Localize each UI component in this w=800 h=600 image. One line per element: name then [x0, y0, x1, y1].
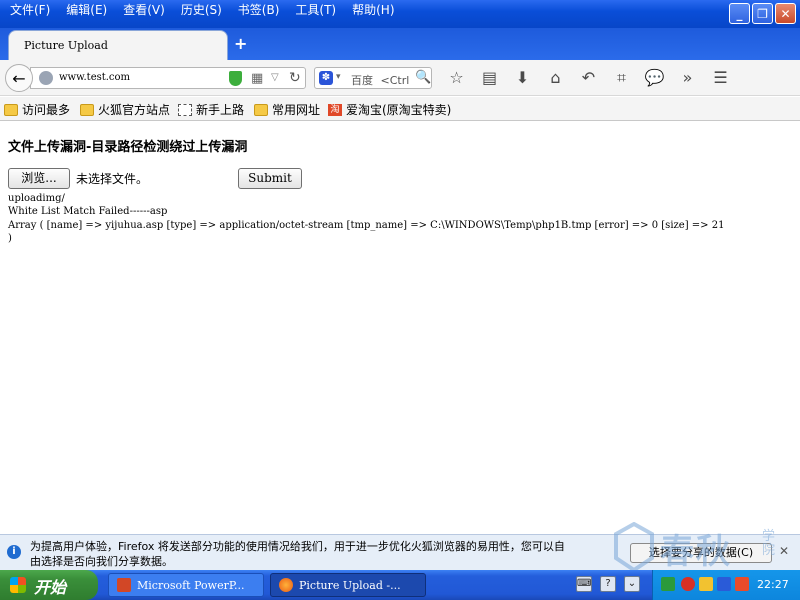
browse-button[interactable]: 浏览... [8, 168, 70, 189]
menu-history[interactable]: 历史(S) [173, 2, 230, 18]
search-icon[interactable]: 🔍 [415, 70, 431, 85]
taskbar-item-powerpoint[interactable]: Microsoft PowerP... [108, 573, 264, 597]
watermark-shield-icon [614, 521, 654, 573]
dropdown-icon[interactable]: ▽ [271, 72, 279, 83]
taobao-icon: 淘 [328, 103, 342, 116]
notification-message-line2: 由选择是否向我们分享数据。 [30, 555, 173, 568]
qr-code-icon[interactable]: ▦ [251, 71, 263, 86]
folder-icon [254, 103, 268, 116]
shield-tray-icon[interactable] [699, 577, 713, 591]
bookmark-label: 火狐官方站点 [98, 103, 171, 117]
title-bar: 文件(F) 编辑(E) 查看(V) 历史(S) 书签(B) 工具(T) 帮助(H… [0, 0, 800, 28]
search-input[interactable]: 百度 <Ctrl [351, 72, 409, 88]
security-icon[interactable] [681, 577, 695, 591]
menu-edit[interactable]: 编辑(E) [58, 2, 115, 18]
bookmark-label: 爱淘宝(原淘宝特卖) [346, 103, 452, 117]
window-controls: _ ❐ ✕ [729, 3, 796, 24]
download-icon[interactable]: ⬇ [506, 68, 539, 88]
info-icon: i [7, 545, 21, 559]
search-placeholder: <Ctrl [380, 74, 410, 87]
reading-list-icon[interactable]: ▤ [473, 68, 506, 88]
minimize-button[interactable]: _ [729, 3, 750, 24]
menu-icon[interactable]: ☰ [704, 68, 737, 88]
baidu-paw-icon: ✽ [319, 71, 333, 85]
back-button[interactable]: ← [5, 64, 33, 92]
task-label: Microsoft PowerP... [137, 578, 245, 592]
taskbar-item-firefox[interactable]: Picture Upload -... [270, 573, 426, 597]
output-line: uploadimg/ [8, 193, 65, 204]
search-engine-dropdown-icon[interactable]: ▾ [336, 72, 341, 82]
watermark-side-text: 学院 [762, 529, 776, 558]
task-label: Picture Upload -... [299, 578, 401, 592]
toolbar-icons: ☆ ▤ ⬇ ⌂ ↶ ⌗ 💬 » ☰ [440, 68, 737, 88]
screenshot-icon[interactable]: ⌗ [605, 68, 638, 88]
url-bar[interactable]: www.test.com ▦ ▽ ↻ [30, 67, 306, 89]
menu-help[interactable]: 帮助(H) [344, 2, 402, 18]
globe-icon [39, 71, 53, 85]
undo-icon[interactable]: ↶ [572, 68, 605, 88]
search-bar[interactable]: ✽ ▾ 百度 <Ctrl 🔍 [314, 67, 432, 89]
search-engine-name: 百度 [351, 74, 373, 87]
output-line: Array ( [name] => yijuhua.asp [type] => … [8, 220, 725, 231]
network-icon[interactable] [661, 577, 675, 591]
arrow-left-icon: ← [12, 68, 26, 88]
start-label: 开始 [34, 578, 67, 597]
chat-icon[interactable]: 💬 [638, 68, 671, 88]
system-tray: 22:27 [652, 570, 800, 600]
bookmark-label: 常用网址 [272, 103, 321, 117]
taskbar-tools: ⌨ ? ⌄ [576, 576, 640, 592]
tab-picture-upload[interactable]: Picture Upload [8, 30, 228, 60]
bookmark-star-icon[interactable]: ☆ [440, 68, 473, 88]
page-title: 文件上传漏洞-目录路径检测绕过上传漏洞 [8, 140, 248, 155]
firefox-icon [279, 578, 293, 592]
menu-view[interactable]: 查看(V) [115, 2, 173, 18]
menu-bar: 文件(F) 编辑(E) 查看(V) 历史(S) 书签(B) 工具(T) 帮助(H… [2, 2, 403, 18]
taskbar: 开始 Microsoft PowerP... Picture Upload -.… [0, 570, 800, 600]
windows-logo-icon [10, 577, 26, 593]
menu-file[interactable]: 文件(F) [2, 2, 58, 18]
powerpoint-icon [117, 578, 131, 592]
new-tab-button[interactable]: + [234, 34, 247, 53]
shield-icon[interactable] [229, 71, 242, 86]
volume-icon[interactable] [735, 577, 749, 591]
start-button[interactable]: 开始 [0, 570, 98, 600]
tab-title: Picture Upload [24, 39, 108, 52]
reload-icon[interactable]: ↻ [289, 70, 301, 86]
close-window-button[interactable]: ✕ [775, 3, 796, 24]
page-icon [178, 103, 192, 116]
folder-icon [4, 103, 18, 116]
notification-message-line1: 为提高用户体验，Firefox 将发送部分功能的使用情况给我们，用于进一步优化火… [30, 540, 565, 553]
bookmark-label: 访问最多 [22, 103, 71, 117]
input-method-icon[interactable]: ⌄ [624, 576, 640, 592]
page-content: 文件上传漏洞-目录路径检测绕过上传漏洞 浏览... 未选择文件。 Submit … [0, 122, 800, 534]
bookmark-aitaobao[interactable]: 淘 爱淘宝(原淘宝特卖) [328, 101, 451, 118]
no-file-label: 未选择文件。 [76, 172, 149, 186]
keyboard-icon[interactable]: ⌨ [576, 576, 592, 592]
bookmark-most-visited[interactable]: 访问最多 [4, 101, 70, 118]
submit-button[interactable]: Submit [238, 168, 302, 189]
output-line: White List Match Failed------asp [8, 206, 168, 217]
help-icon[interactable]: ? [600, 576, 616, 592]
url-text: www.test.com [59, 72, 131, 83]
bookmark-getting-started[interactable]: 新手上路 [178, 101, 244, 118]
overflow-icon[interactable]: » [671, 68, 704, 88]
output-line: ) [8, 233, 12, 244]
tab-strip: Picture Upload + [0, 28, 800, 60]
bookmark-common-sites[interactable]: 常用网址 [254, 101, 320, 118]
navigation-bar: www.test.com ▦ ▽ ↻ ← ✽ ▾ 百度 <Ctrl 🔍 ☆ ▤ … [0, 60, 800, 96]
vm-icon[interactable] [717, 577, 731, 591]
clock: 22:27 [757, 578, 789, 591]
maximize-button[interactable]: ❐ [752, 3, 773, 24]
folder-icon [80, 103, 94, 116]
bookmark-firefox-official[interactable]: 火狐官方站点 [80, 101, 170, 118]
watermark-text: 春秋 [660, 532, 732, 572]
watermark-logo: 春秋 学院 [612, 521, 798, 574]
menu-bookmarks[interactable]: 书签(B) [230, 2, 288, 18]
bookmark-label: 新手上路 [196, 103, 245, 117]
home-icon[interactable]: ⌂ [539, 68, 572, 88]
bookmarks-toolbar: 访问最多 火狐官方站点 新手上路 常用网址 淘 爱淘宝(原淘宝特卖) [0, 97, 800, 121]
menu-tools[interactable]: 工具(T) [287, 2, 344, 18]
